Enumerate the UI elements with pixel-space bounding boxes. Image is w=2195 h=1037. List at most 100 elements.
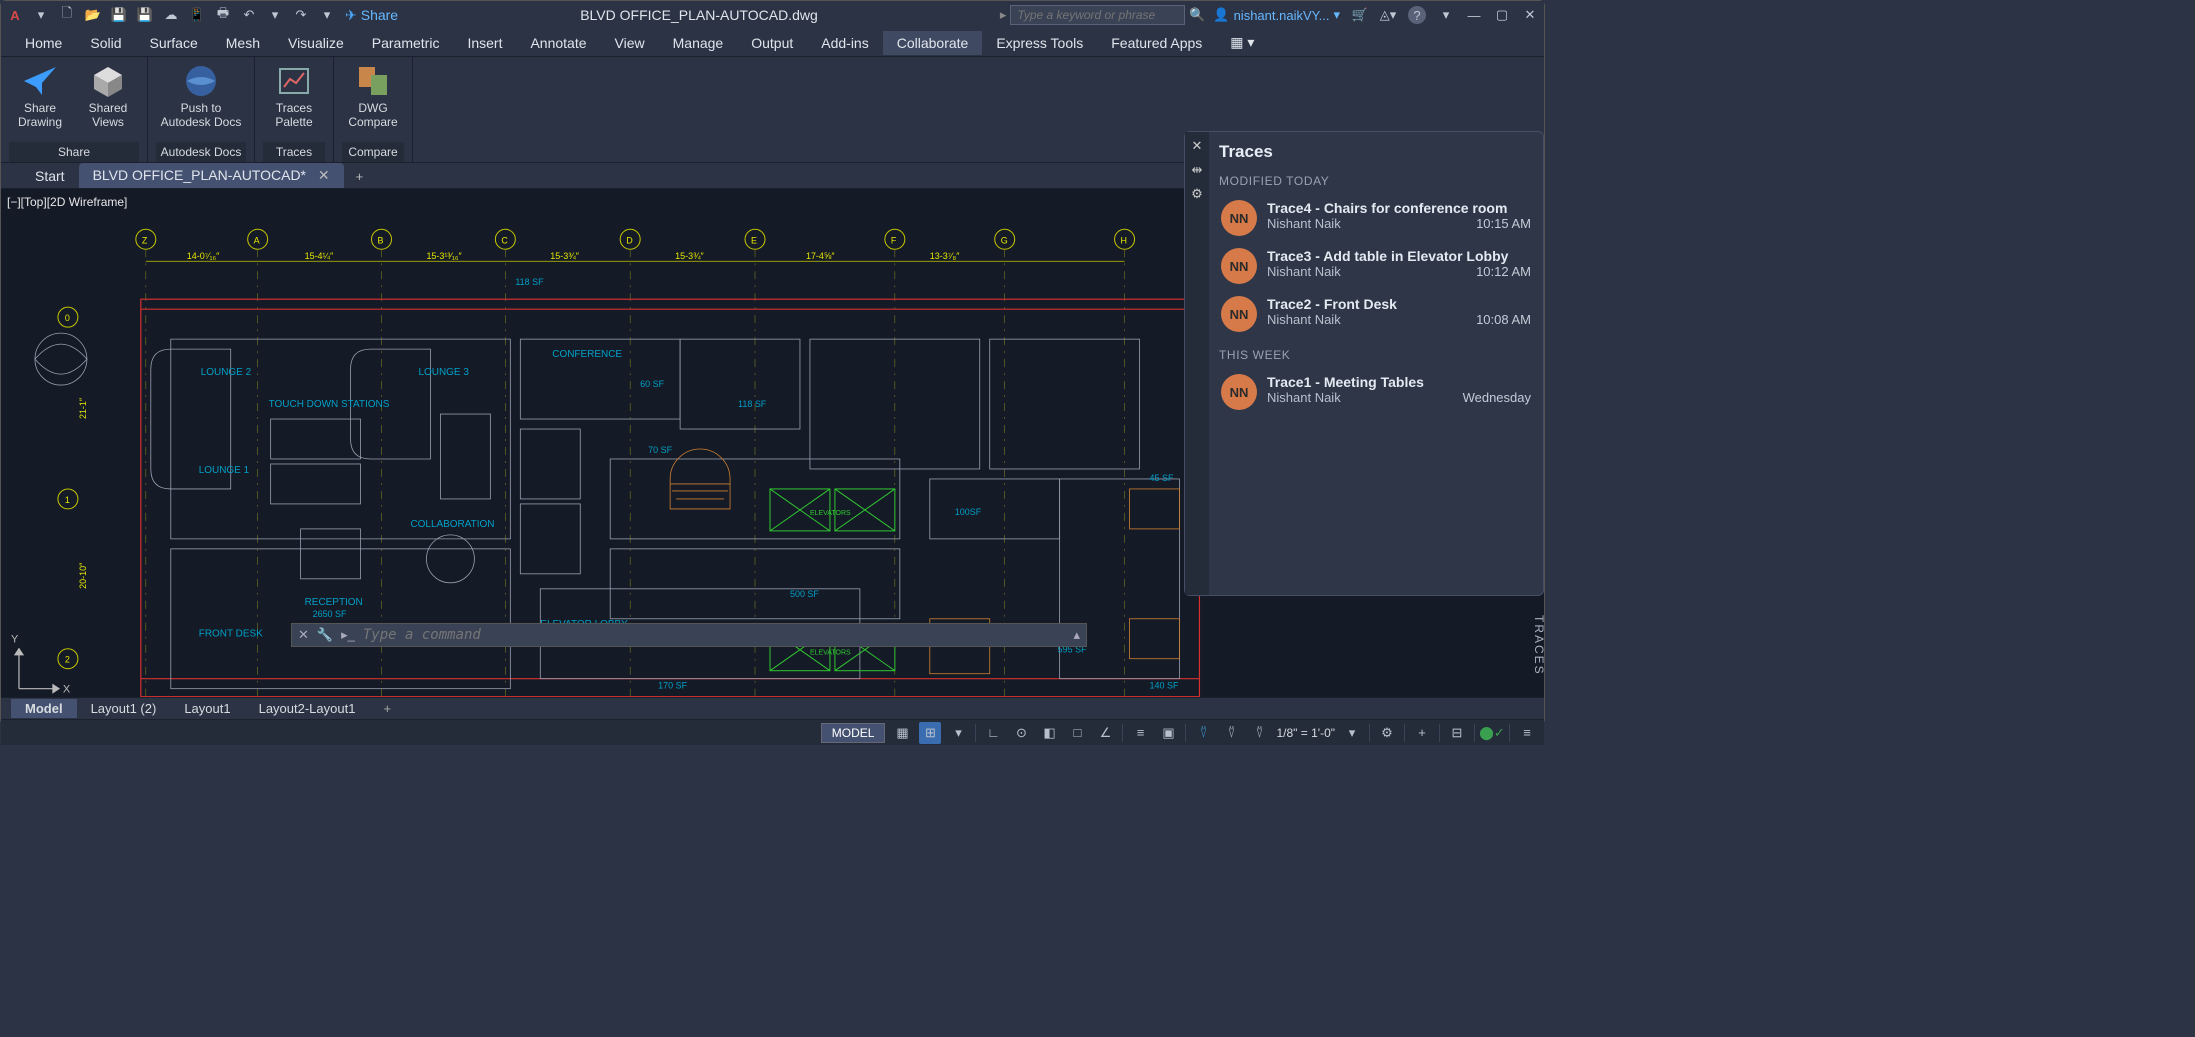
shared-views-button[interactable]: Shared Views [77, 61, 139, 142]
add-layout-button[interactable]: + [369, 699, 405, 718]
transparency-icon[interactable]: ▣ [1157, 722, 1179, 744]
new-tab-button[interactable]: + [344, 165, 376, 188]
trace-item[interactable]: NN Trace3 - Add table in Elevator Lobby … [1219, 242, 1533, 290]
customize-icon[interactable]: ≡ [1516, 722, 1538, 744]
svg-text:15-3¾″: 15-3¾″ [675, 251, 704, 261]
filename-label: BLVD OFFICE_PLAN-AUTOCAD.dwg [406, 7, 992, 23]
cloud-sync-icon[interactable]: ⬤✓ [1481, 722, 1503, 744]
ui-layout-icon[interactable]: ⊟ [1446, 722, 1468, 744]
minimize-icon[interactable]: — [1466, 7, 1482, 23]
help-icon[interactable]: ? [1408, 6, 1426, 24]
svg-text:A: A [254, 235, 260, 245]
close-tab-icon[interactable]: ✕ [318, 167, 330, 183]
lineweight-icon[interactable]: ≡ [1129, 722, 1151, 744]
start-tab[interactable]: Start [21, 164, 79, 188]
dwg-compare-button[interactable]: DWG Compare [342, 61, 404, 142]
grid-icon[interactable]: ▦ [891, 722, 913, 744]
cloud-save-icon[interactable]: ☁ [163, 7, 179, 23]
user-menu[interactable]: 👤 nishant.naikVY...▾ [1213, 7, 1340, 23]
cart-icon[interactable]: 🛒 [1352, 7, 1368, 23]
close-icon[interactable]: ✕ [1522, 7, 1538, 23]
ribbon-group-traces: Traces Palette Traces [255, 57, 334, 162]
dropdown-icon[interactable]: ▾ [319, 7, 335, 23]
osnap-icon[interactable]: □ [1066, 722, 1088, 744]
menu-visualize[interactable]: Visualize [274, 31, 358, 55]
trace-time: Wednesday [1463, 390, 1531, 405]
file-tab-active[interactable]: BLVD OFFICE_PLAN-AUTOCAD* ✕ [79, 163, 344, 188]
ortho-icon[interactable]: ∟ [982, 722, 1004, 744]
menu-solid[interactable]: Solid [76, 31, 135, 55]
search-icon[interactable]: 🔍 [1189, 7, 1205, 23]
close-icon[interactable]: ✕ [1192, 138, 1203, 154]
traces-palette-button[interactable]: Traces Palette [263, 61, 325, 142]
scale-display[interactable]: 1/8" = 1'-0" [1276, 726, 1335, 740]
svg-text:LOUNGE 3: LOUNGE 3 [418, 367, 469, 378]
command-line[interactable]: ✕ 🔧 ▸_ ▴ [291, 623, 1087, 647]
plus-icon[interactable]: + [1411, 722, 1433, 744]
user-icon: 👤 [1213, 7, 1229, 23]
menu-surface[interactable]: Surface [136, 31, 212, 55]
maximize-icon[interactable]: ▢ [1494, 7, 1510, 23]
menu-output[interactable]: Output [737, 31, 807, 55]
annoscale-icon[interactable]: ⍢ [1192, 722, 1214, 744]
print-icon[interactable]: 🖶 [215, 7, 231, 23]
menu-mesh[interactable]: Mesh [212, 31, 274, 55]
open-folder-icon[interactable]: 📂 [85, 7, 101, 23]
menu-collaborate[interactable]: Collaborate [883, 31, 983, 55]
wrench-icon[interactable]: 🔧 [317, 627, 333, 643]
dropdown-icon[interactable]: ▾ [1438, 7, 1454, 23]
traces-palette-vertical-title[interactable]: TRACES [1532, 615, 1546, 676]
new-file-icon[interactable]: 🗋 [59, 7, 75, 23]
undo-icon[interactable]: ↶ [241, 7, 257, 23]
menu-featuredapps[interactable]: Featured Apps [1097, 31, 1216, 55]
share-drawing-button[interactable]: Share Drawing [9, 61, 71, 142]
isodraft-icon[interactable]: ◧ [1038, 722, 1060, 744]
layout-tab[interactable]: Layout2-Layout1 [245, 699, 370, 718]
ribbon-options-icon[interactable]: ▦ ▾ [1216, 30, 1268, 55]
dropdown-icon[interactable]: ▾ [1341, 722, 1363, 744]
trace-author: Nishant Naik [1267, 312, 1341, 327]
trace-item[interactable]: NN Trace4 - Chairs for conference room N… [1219, 194, 1533, 242]
polar-icon[interactable]: ⊙ [1010, 722, 1032, 744]
app-window: A ▾ 🗋 📂 💾 💾 ☁ 📱 🖶 ↶ ▾ ↷ ▾ ✈ Share BLVD O… [0, 0, 1545, 725]
autodesk-app-icon[interactable]: ◬▾ [1380, 7, 1396, 23]
menu-addins[interactable]: Add-ins [807, 31, 882, 55]
svg-text:F: F [891, 235, 897, 245]
menu-manage[interactable]: Manage [659, 31, 738, 55]
menu-annotate[interactable]: Annotate [516, 31, 600, 55]
dropdown-icon[interactable]: ▾ [947, 722, 969, 744]
snapmode-icon[interactable]: ⊞ [919, 722, 941, 744]
otrack-icon[interactable]: ∠ [1094, 722, 1116, 744]
dropdown-icon[interactable]: ▾ [33, 7, 49, 23]
menu-home[interactable]: Home [11, 31, 76, 55]
dropdown-icon[interactable]: ▾ [267, 7, 283, 23]
gear-icon[interactable]: ⚙ [1191, 186, 1203, 202]
menu-insert[interactable]: Insert [453, 31, 516, 55]
layout-tab[interactable]: Layout1 (2) [77, 699, 171, 718]
close-icon[interactable]: ✕ [298, 627, 309, 643]
menu-parametric[interactable]: Parametric [358, 31, 454, 55]
svg-text:118 SF: 118 SF [515, 277, 544, 287]
redo-icon[interactable]: ↷ [293, 7, 309, 23]
chevron-up-icon[interactable]: ▴ [1073, 627, 1080, 643]
layout-tab[interactable]: Layout1 [170, 699, 244, 718]
dock-icon[interactable]: ⇹ [1192, 162, 1203, 178]
svg-text:Z: Z [142, 235, 148, 245]
autoscale-icon[interactable]: ⍢ [1248, 722, 1270, 744]
saveas-icon[interactable]: 💾 [137, 7, 153, 23]
share-link[interactable]: ✈ Share [345, 7, 398, 24]
trace-item[interactable]: NN Trace1 - Meeting Tables Nishant Naik … [1219, 368, 1533, 416]
autodesk-logo-icon[interactable]: A [7, 7, 23, 23]
command-input[interactable] [363, 627, 1066, 643]
model-space-toggle[interactable]: MODEL [821, 723, 886, 743]
menu-view[interactable]: View [601, 31, 659, 55]
gear-icon[interactable]: ⚙ [1376, 722, 1398, 744]
layout-tab-model[interactable]: Model [11, 699, 77, 718]
push-to-docs-button[interactable]: Push to Autodesk Docs [156, 61, 246, 142]
save-icon[interactable]: 💾 [111, 7, 127, 23]
annovisibility-icon[interactable]: ⍢ [1220, 722, 1242, 744]
mobile-icon[interactable]: 📱 [189, 7, 205, 23]
menu-expresstools[interactable]: Express Tools [982, 31, 1097, 55]
help-search-input[interactable] [1010, 5, 1185, 25]
trace-item[interactable]: NN Trace2 - Front Desk Nishant Naik 10:0… [1219, 290, 1533, 338]
